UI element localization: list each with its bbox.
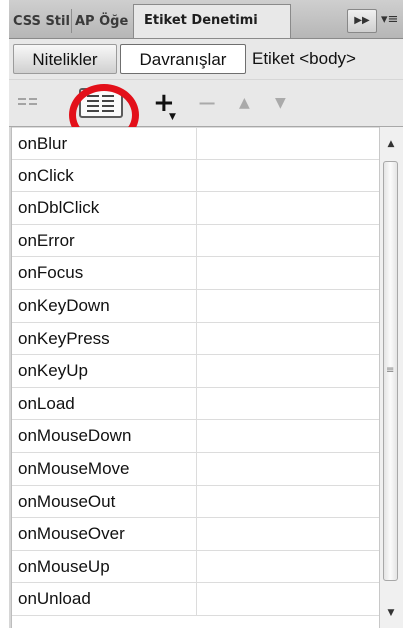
behaviors-toolbar: + ▼ − ▲ ▼ [9, 80, 403, 127]
event-name: onKeyUp [18, 361, 88, 381]
event-name: onMouseOver [18, 524, 125, 544]
table-row[interactable]: onMouseOut [12, 485, 381, 519]
event-action[interactable] [196, 128, 381, 159]
inspector-mode-bar: Nitelikler Davranışlar Etiket <body> [9, 39, 403, 79]
event-action[interactable] [196, 224, 381, 257]
event-name: onBlur [18, 134, 68, 153]
event-name: onError [18, 230, 75, 250]
event-action[interactable] [196, 322, 381, 355]
table-row[interactable]: onLoad [12, 387, 381, 421]
event-name: onMouseDown [18, 426, 132, 446]
vertical-scrollbar[interactable]: ▲ ≡ ▼ [379, 127, 403, 628]
event-name: onLoad [18, 393, 75, 413]
event-name: onFocus [18, 263, 84, 283]
collapse-panel-button[interactable]: ▶▶ [347, 9, 377, 33]
event-action[interactable] [196, 550, 381, 583]
events-table: onBlur onClick onDblClick onError onFocus onK… [11, 127, 380, 628]
panel-tab-bar: CSS Stilleri AP Öğeleri Etiket Denetimi … [9, 0, 403, 39]
tab-divider [71, 9, 72, 33]
list-view-icon[interactable] [79, 88, 123, 118]
table-row[interactable]: onMouseMove [12, 452, 381, 486]
table-row[interactable]: onError [12, 224, 381, 258]
move-up-icon[interactable]: ▲ [239, 90, 263, 116]
event-action[interactable] [196, 387, 381, 420]
tag-inspector-panel: CSS Stilleri AP Öğeleri Etiket Denetimi … [9, 0, 403, 628]
move-down-icon[interactable]: ▼ [275, 90, 299, 116]
tab-css-styles[interactable]: CSS Stilleri [13, 7, 69, 37]
event-action[interactable] [196, 289, 381, 322]
event-name: onMouseUp [18, 556, 110, 576]
current-tag-label: Etiket <body> [252, 49, 356, 68]
table-row[interactable]: onMouseUp [12, 550, 381, 584]
tab-ap-elements[interactable]: AP Öğeleri [75, 7, 129, 37]
event-action[interactable] [196, 583, 381, 615]
event-name: onKeyPress [18, 328, 110, 348]
event-name: onClick [18, 165, 74, 185]
event-action[interactable] [196, 518, 381, 550]
remove-behavior-icon[interactable]: − [197, 88, 223, 118]
event-action[interactable] [196, 257, 381, 289]
event-name: onMouseOut [18, 491, 116, 511]
event-action[interactable] [196, 420, 381, 452]
table-row[interactable]: onFocus [12, 257, 380, 290]
panel-menu-icon[interactable]: ▾≡ [381, 9, 403, 31]
event-action[interactable] [196, 192, 381, 224]
behaviors-tab-button[interactable]: Davranışlar [120, 44, 246, 74]
table-row[interactable]: onMouseOver [12, 518, 380, 551]
event-action[interactable] [196, 159, 381, 192]
table-row[interactable]: onKeyDown [12, 289, 381, 323]
table-row[interactable]: onDblClick [12, 192, 380, 225]
table-row[interactable]: onBlur [12, 127, 380, 160]
table-row[interactable]: onClick [12, 159, 381, 193]
table-row[interactable]: onKeyUp [12, 355, 380, 388]
event-action[interactable] [196, 452, 381, 485]
event-name: onKeyDown [18, 295, 110, 315]
tab-tag-inspector[interactable]: Etiket Denetimi [133, 4, 291, 38]
table-row[interactable]: onUnload [12, 583, 380, 616]
scroll-thumb[interactable]: ≡ [383, 161, 398, 581]
event-action[interactable] [196, 355, 381, 387]
scroll-down-icon[interactable]: ▼ [384, 606, 398, 620]
grip-icon: ≡ [386, 365, 395, 376]
table-row[interactable]: onMouseDown [12, 420, 380, 453]
event-name: onUnload [18, 589, 91, 609]
table-row[interactable]: onKeyPress [12, 322, 381, 356]
event-action[interactable] [196, 485, 381, 518]
event-name: onDblClick [18, 198, 100, 218]
event-name: onMouseMove [18, 458, 130, 478]
category-view-icon[interactable] [17, 94, 39, 110]
scroll-up-icon[interactable]: ▲ [384, 137, 398, 151]
attributes-tab-button[interactable]: Nitelikler [13, 44, 117, 74]
add-behavior-icon[interactable]: + ▼ [153, 86, 181, 122]
